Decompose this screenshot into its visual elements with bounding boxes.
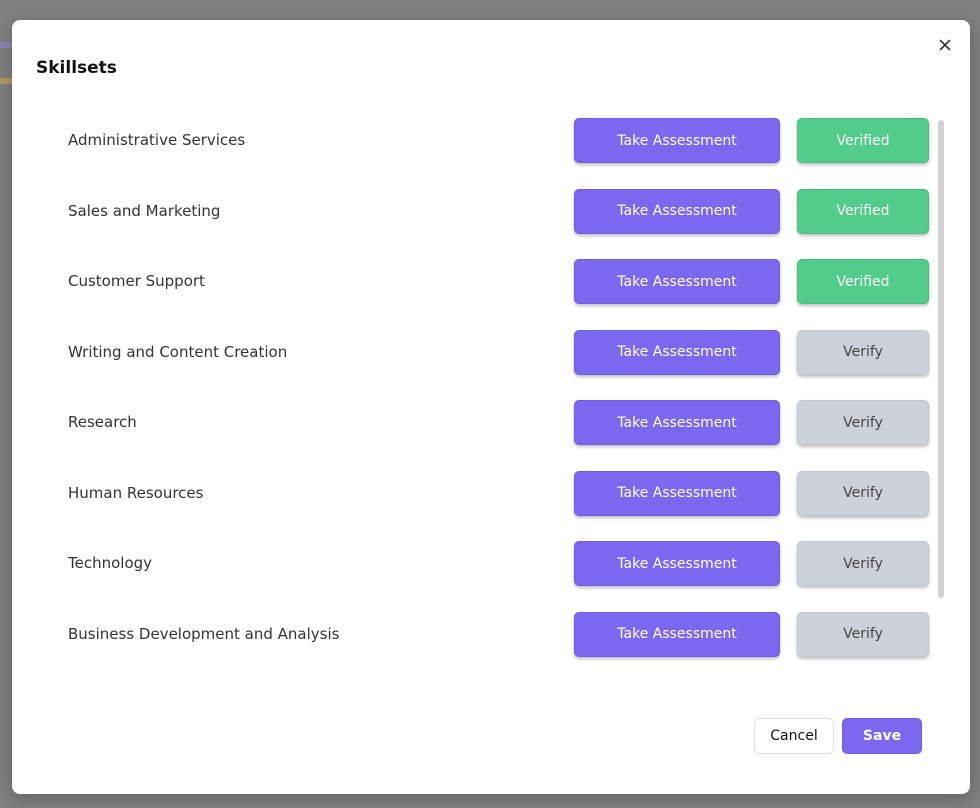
skill-row: Sales and Marketing Take Assessment Veri…	[12, 187, 944, 235]
close-icon	[939, 39, 951, 51]
close-button[interactable]	[934, 34, 956, 56]
skill-row: Customer Support Take Assessment Verifie…	[12, 257, 944, 305]
skill-name: Writing and Content Creation	[68, 342, 288, 361]
take-assessment-button[interactable]: Take Assessment	[574, 400, 780, 445]
take-assessment-button[interactable]: Take Assessment	[574, 611, 780, 657]
verify-button[interactable]: Verify	[797, 611, 929, 657]
skill-name: Customer Support	[68, 272, 205, 290]
skill-row: Human Resources Take Assessment Verify	[12, 469, 944, 517]
take-assessment-button[interactable]: Take Assessment	[574, 259, 780, 304]
verify-button[interactable]: Verify	[797, 400, 929, 445]
background-app-accent	[0, 42, 12, 48]
verified-badge-button[interactable]: Verified	[797, 188, 929, 234]
skill-name: Technology	[68, 554, 153, 572]
verified-badge-button[interactable]: Verified	[797, 118, 929, 163]
verify-button[interactable]: Verify	[797, 470, 929, 516]
skill-name: Sales and Marketing	[68, 201, 221, 220]
take-assessment-button[interactable]: Take Assessment	[574, 188, 780, 234]
modal-title: Skillsets	[36, 58, 117, 78]
skill-row: Business Development and Analysis Take A…	[12, 610, 944, 658]
skill-name: Administrative Services	[68, 131, 246, 149]
verify-button[interactable]: Verify	[797, 329, 929, 375]
verified-badge-button[interactable]: Verified	[797, 259, 929, 304]
scrollbar-thumb[interactable]	[938, 120, 944, 598]
list-scrollbar[interactable]	[938, 120, 944, 598]
background-app-accent	[0, 78, 12, 84]
skillsets-modal: Skillsets Administrative Services Take A…	[12, 20, 970, 794]
take-assessment-button[interactable]: Take Assessment	[574, 470, 780, 516]
take-assessment-button[interactable]: Take Assessment	[574, 329, 780, 375]
verify-button[interactable]: Verify	[797, 541, 929, 586]
skill-row: Writing and Content Creation Take Assess…	[12, 328, 944, 376]
take-assessment-button[interactable]: Take Assessment	[574, 118, 780, 163]
cancel-button[interactable]: Cancel	[754, 718, 834, 754]
take-assessment-button[interactable]: Take Assessment	[574, 541, 780, 586]
skill-name: Research	[68, 413, 137, 431]
skill-row: Research Take Assessment Verify	[12, 398, 944, 446]
skills-list: Administrative Services Take Assessment …	[12, 116, 944, 676]
skill-row: Technology Take Assessment Verify	[12, 539, 944, 587]
skill-name: Business Development and Analysis	[68, 624, 340, 643]
skill-row: Administrative Services Take Assessment …	[12, 116, 944, 164]
skill-name: Human Resources	[68, 483, 204, 502]
save-button[interactable]: Save	[842, 718, 922, 754]
